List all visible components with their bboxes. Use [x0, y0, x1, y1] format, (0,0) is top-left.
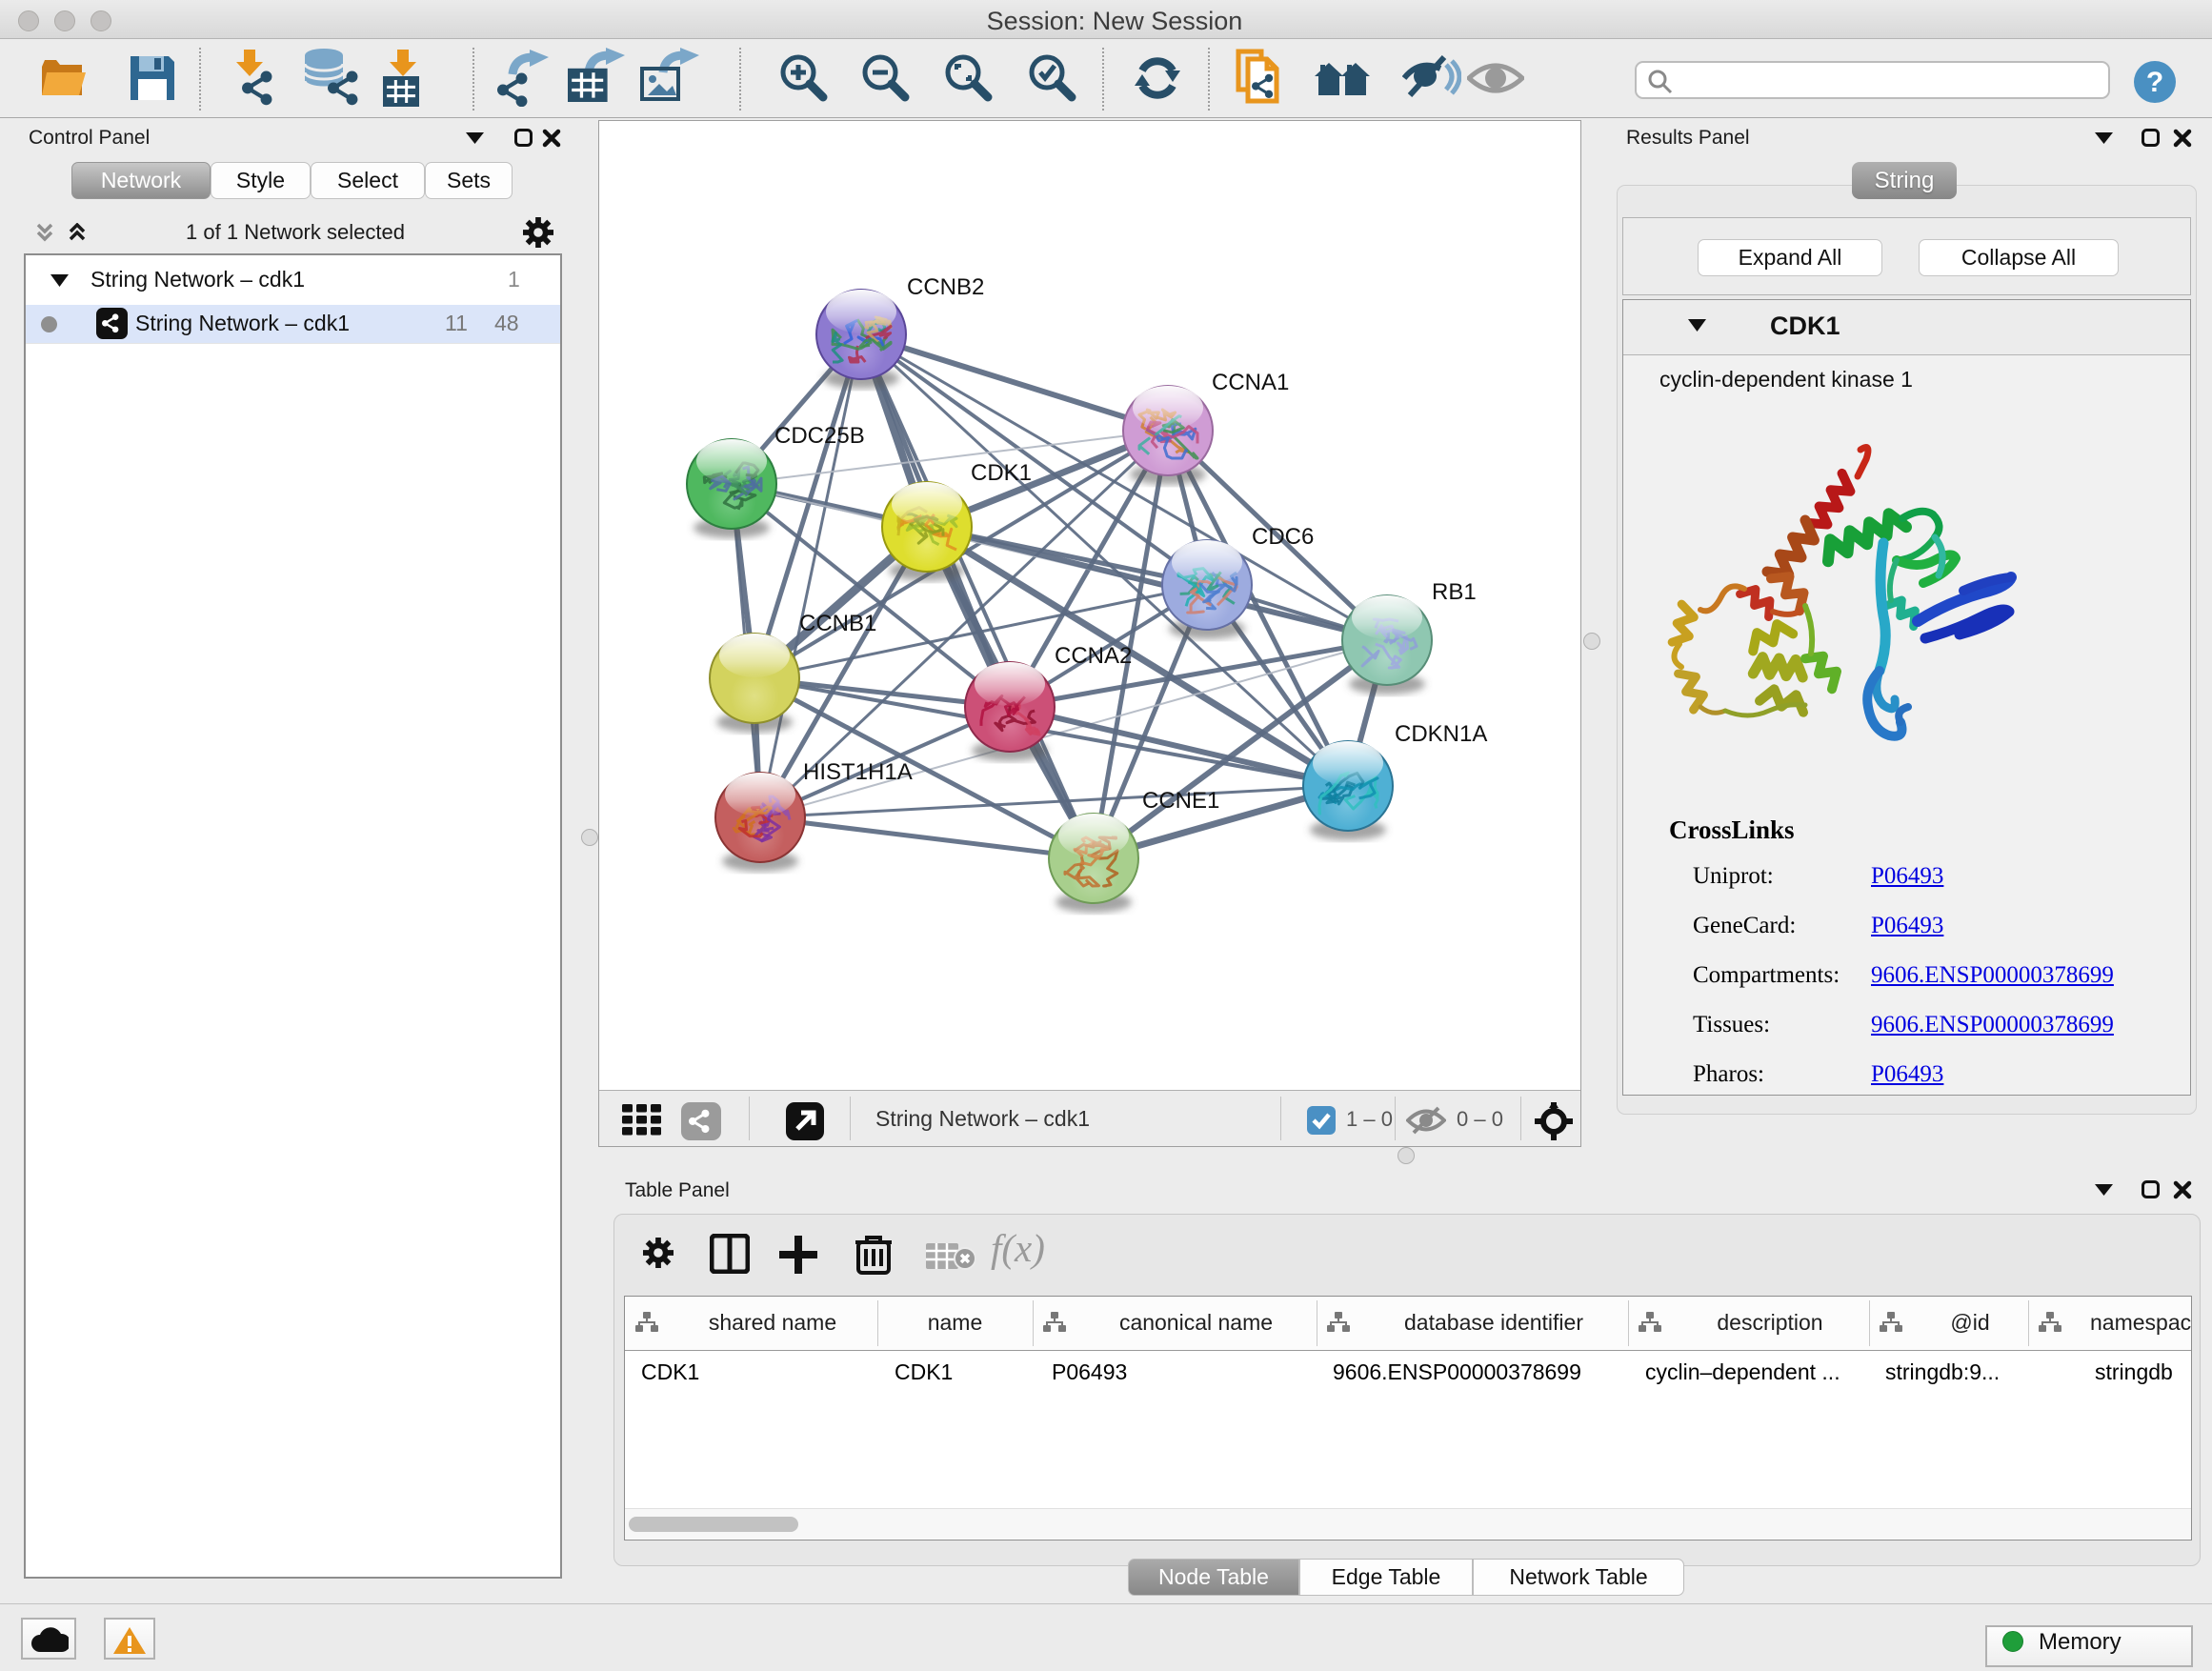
- svg-text:CDK1: CDK1: [971, 460, 1032, 486]
- svg-text:CCNB1: CCNB1: [799, 611, 876, 636]
- svg-text:CCNA2: CCNA2: [1055, 643, 1132, 669]
- svg-text:HIST1H1A: HIST1H1A: [803, 759, 913, 785]
- svg-text:CDC25B: CDC25B: [774, 423, 865, 449]
- svg-text:?: ?: [2146, 67, 2163, 98]
- svg-text:CCNA1: CCNA1: [1212, 370, 1289, 395]
- svg-text:CCNE1: CCNE1: [1142, 788, 1219, 814]
- svg-text:CCNB2: CCNB2: [907, 274, 984, 300]
- svg-text:CDKN1A: CDKN1A: [1395, 721, 1487, 747]
- svg-text:RB1: RB1: [1432, 579, 1477, 605]
- svg-text:CDC6: CDC6: [1252, 524, 1314, 550]
